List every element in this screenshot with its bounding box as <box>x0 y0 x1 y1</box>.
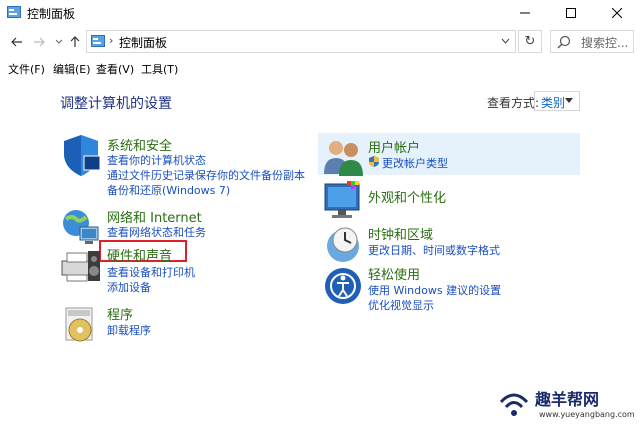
link-change-account-type[interactable]: 更改帐户类型 <box>382 155 448 171</box>
menu-view[interactable]: 查看(V) <box>96 61 134 77</box>
control-panel-icon <box>91 35 105 47</box>
link-change-date-time-format[interactable]: 更改日期、时间或数字格式 <box>368 242 500 258</box>
appearance-monitor-icon[interactable] <box>321 178 367 224</box>
watermark-url: www.yueyangbang.com <box>539 410 635 419</box>
programs-disc-icon[interactable] <box>58 302 104 348</box>
watermark-text: 趣羊帮网 <box>535 390 600 409</box>
forward-button[interactable] <box>30 33 48 51</box>
address-path[interactable]: 控制面板 <box>119 34 167 51</box>
search-icon <box>557 35 571 49</box>
forward-arrow-icon <box>34 37 45 47</box>
link-windows-recommended-settings[interactable]: 使用 Windows 建议的设置 <box>368 282 501 298</box>
chevron-down-icon <box>501 38 509 44</box>
dropdown-caret-icon <box>565 98 573 103</box>
control-panel-window: 控制面板 › 控制面板 ↻ 搜索控... 文件(F) 编辑(E) 查看(V) 工… <box>0 0 640 426</box>
user-accounts-icon[interactable] <box>321 134 367 180</box>
control-panel-icon <box>7 6 21 18</box>
uac-shield-icon <box>369 156 379 167</box>
printer-speaker-icon[interactable] <box>58 243 104 289</box>
window-title: 控制面板 <box>27 7 76 21</box>
back-arrow-icon <box>11 37 22 47</box>
breadcrumb-separator-icon[interactable]: › <box>109 34 113 47</box>
up-button[interactable] <box>66 33 84 51</box>
search-input[interactable]: 搜索控... <box>550 30 634 53</box>
category-programs[interactable]: 程序 <box>107 304 133 323</box>
refresh-icon: ↻ <box>524 34 536 49</box>
menu-bar: 文件(F) 编辑(E) 查看(V) 工具(T) <box>0 60 640 78</box>
category-user-accounts[interactable]: 用户帐户 <box>368 137 420 156</box>
page-title: 调整计算机的设置 <box>60 96 172 112</box>
menu-file[interactable]: 文件(F) <box>8 61 45 77</box>
address-bar[interactable]: › 控制面板 <box>86 30 516 53</box>
up-arrow-icon <box>70 36 80 47</box>
close-icon <box>612 8 622 18</box>
minimize-icon <box>520 12 530 14</box>
link-network-status[interactable]: 查看网络状态和任务 <box>107 224 206 240</box>
chevron-down-icon <box>55 39 63 44</box>
category-ease-of-access[interactable]: 轻松使用 <box>368 264 420 283</box>
ease-of-access-icon[interactable] <box>321 264 367 310</box>
link-uninstall-program[interactable]: 卸载程序 <box>107 322 151 338</box>
watermark-logo-icon <box>499 393 529 416</box>
title-bar[interactable]: 控制面板 <box>0 0 640 26</box>
address-row: › 控制面板 ↻ 搜索控... <box>0 27 640 57</box>
close-button[interactable] <box>594 0 640 26</box>
link-optimize-visual-display[interactable]: 优化视觉显示 <box>368 297 434 313</box>
link-view-computer-status[interactable]: 查看你的计算机状态 <box>107 152 206 168</box>
view-by-dropdown[interactable]: 类别 <box>534 91 580 111</box>
maximize-icon <box>566 8 576 18</box>
link-backup-restore[interactable]: 备份和还原(Windows 7) <box>107 182 230 198</box>
link-devices-printers[interactable]: 查看设备和打印机 <box>107 264 195 280</box>
watermark: 趣羊帮网 www.yueyangbang.com <box>495 384 640 426</box>
back-button[interactable] <box>8 33 26 51</box>
view-by-label: 查看方式: <box>487 96 540 110</box>
category-clock-region[interactable]: 时钟和区域 <box>368 224 433 243</box>
category-hardware-sound[interactable]: 硬件和声音 <box>107 245 172 264</box>
refresh-button[interactable]: ↻ <box>518 30 542 53</box>
category-appearance-personalization[interactable]: 外观和个性化 <box>368 187 446 206</box>
minimize-button[interactable] <box>502 0 548 26</box>
link-file-history-backup[interactable]: 通过文件历史记录保存你的文件备份副本 <box>107 167 305 183</box>
view-by-value: 类别 <box>541 96 566 110</box>
menu-edit[interactable]: 编辑(E) <box>53 61 91 77</box>
menu-tools[interactable]: 工具(T) <box>141 61 178 77</box>
link-add-device[interactable]: 添加设备 <box>107 279 151 295</box>
clock-globe-icon[interactable] <box>321 222 367 268</box>
search-placeholder: 搜索控... <box>581 36 629 50</box>
maximize-button[interactable] <box>548 0 594 26</box>
shield-icon[interactable] <box>58 132 104 178</box>
address-dropdown-button[interactable] <box>498 30 512 52</box>
